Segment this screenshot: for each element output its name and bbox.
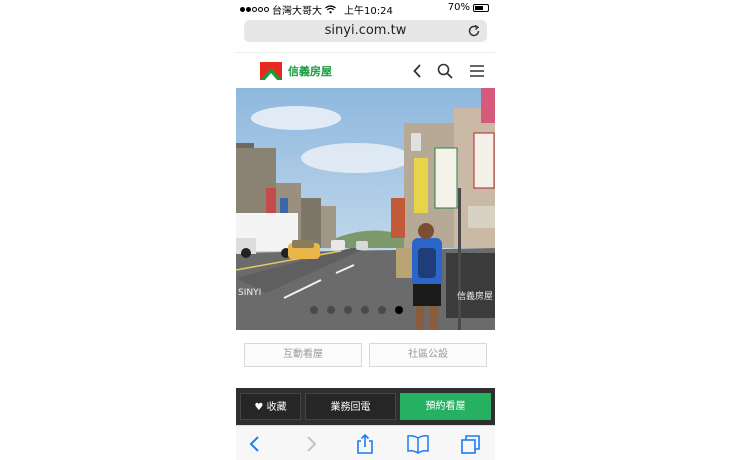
share-icon[interactable] xyxy=(354,433,376,455)
tabs-icon[interactable] xyxy=(460,433,482,455)
favorite-label: 收藏 xyxy=(266,402,287,413)
back-icon[interactable] xyxy=(244,433,266,455)
bottom-action-bar: ♥ 收藏 業務回電 預約看屋 xyxy=(236,388,495,425)
heart-icon: ♥ xyxy=(254,402,264,413)
bookmarks-icon[interactable] xyxy=(407,433,429,455)
status-right: 70% xyxy=(448,2,489,13)
site-header: 信義房屋 xyxy=(236,52,495,88)
carousel-dot[interactable] xyxy=(309,305,319,315)
carousel-indicators xyxy=(309,305,404,315)
logo-text: 信義房屋 xyxy=(288,65,332,78)
carousel-dot[interactable] xyxy=(360,305,370,315)
chevron-left-icon[interactable] xyxy=(409,62,427,80)
watermark-left: SINYI xyxy=(238,288,262,298)
status-time: 上午10:24 xyxy=(344,6,393,17)
watermark-right: 信義房屋 xyxy=(457,292,494,302)
property-photo[interactable]: SINYI 信義房屋 xyxy=(236,88,495,330)
wifi-icon xyxy=(325,5,336,14)
carousel-dot[interactable] xyxy=(377,305,387,315)
battery-icon xyxy=(473,3,489,12)
menu-icon[interactable] xyxy=(468,62,486,80)
carousel-dot[interactable] xyxy=(394,305,404,315)
feature-buttons: 互動看屋 社區公設 xyxy=(244,343,487,367)
interactive-viewing-button[interactable]: 互動看屋 xyxy=(244,343,362,367)
carousel-dot[interactable] xyxy=(326,305,336,315)
forward-icon[interactable] xyxy=(300,433,322,455)
favorite-button[interactable]: ♥ 收藏 xyxy=(240,393,301,420)
url-text: sinyi.com.tw xyxy=(324,23,407,38)
site-logo[interactable]: 信義房屋 xyxy=(260,62,332,80)
phone-screen: 台灣大哥大 上午10:24 70% sinyi.com.tw 信義房屋 SINY… xyxy=(236,0,495,460)
signal-icon xyxy=(240,7,269,12)
carrier-label: 台灣大哥大 xyxy=(272,6,322,17)
search-icon[interactable] xyxy=(436,62,454,80)
status-left: 台灣大哥大 xyxy=(240,2,336,17)
url-bar[interactable]: sinyi.com.tw xyxy=(244,20,487,42)
browser-toolbar xyxy=(236,425,495,460)
logo-mark-icon xyxy=(260,62,282,80)
reload-icon[interactable] xyxy=(467,24,481,38)
carousel-dot[interactable] xyxy=(343,305,353,315)
callback-button[interactable]: 業務回電 xyxy=(305,393,396,420)
book-viewing-button[interactable]: 預約看屋 xyxy=(400,393,491,420)
battery-percent: 70% xyxy=(447,2,470,13)
status-bar: 台灣大哥大 上午10:24 70% xyxy=(236,0,495,17)
community-facilities-button[interactable]: 社區公設 xyxy=(369,343,487,367)
